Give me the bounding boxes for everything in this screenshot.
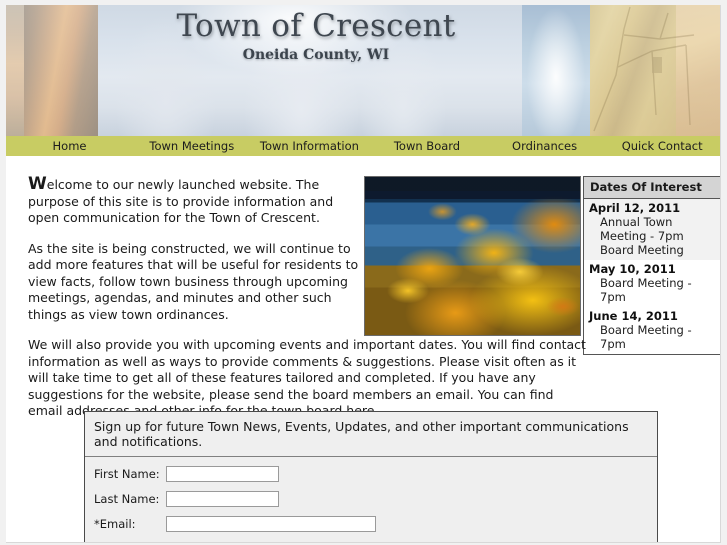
banner-panel-autumn-left-edge [6, 5, 24, 136]
site-banner: Town of Crescent Oneida County, WI [6, 5, 720, 136]
date-entry-detail: Board Meeting - 7pm [600, 323, 692, 351]
first-name-label: First Name: [94, 467, 160, 481]
submit-button[interactable]: Submit [166, 542, 234, 543]
date-entry-date: May 10, 2011 [589, 262, 676, 276]
last-name-row: Last Name: [94, 491, 649, 507]
dates-of-interest-heading: Dates Of Interest [584, 177, 720, 199]
welcome-paragraph-1-text: elcome to our newly launched website. Th… [28, 177, 334, 225]
welcome-paragraph-2: As the site is being constructed, we wil… [28, 240, 359, 322]
newsletter-signup-form[interactable]: Sign up for future Town News, Events, Up… [84, 411, 658, 543]
last-name-input[interactable] [166, 491, 279, 507]
welcome-dropcap: W [28, 174, 47, 194]
date-entry: April 12, 2011 Annual Town Meeting - 7pm… [584, 199, 720, 260]
date-entry-detail: Board Meeting [600, 243, 684, 257]
main-navigation[interactable]: Home Town Meetings Town Information Town… [6, 136, 720, 156]
first-name-input[interactable] [166, 466, 279, 482]
welcome-paragraph-3: We will also provide you with upcoming e… [28, 337, 586, 418]
date-entry: May 10, 2011 Board Meeting - 7pm [584, 260, 720, 307]
signup-fields: First Name: Last Name: *Email: Submit [85, 457, 657, 543]
nav-item-quick-contact[interactable]: Quick Contact [603, 136, 720, 156]
banner-panel-winter-tree [522, 5, 590, 136]
lake-autumn-photo [364, 176, 581, 336]
date-entry-detail: Annual Town Meeting - 7pm [600, 215, 684, 243]
email-label: *Email: [94, 517, 136, 531]
dates-of-interest-panel: Dates Of Interest April 12, 2011 Annual … [583, 176, 720, 355]
date-entry: June 14, 2011 Board Meeting - 7pm [584, 307, 720, 354]
nav-item-town-meetings[interactable]: Town Meetings [133, 136, 251, 156]
banner-panel-winter [98, 5, 522, 136]
photo-foliage-overlay [365, 177, 580, 335]
welcome-text-block: Welcome to our newly launched website. T… [28, 176, 586, 434]
signup-heading: Sign up for future Town News, Events, Up… [85, 412, 657, 457]
submit-row: Submit [94, 541, 649, 543]
page-container: Town of Crescent Oneida County, WI Home … [6, 5, 721, 543]
last-name-label: Last Name: [94, 492, 160, 506]
date-entry-date: June 14, 2011 [589, 309, 678, 323]
nav-item-town-board[interactable]: Town Board [368, 136, 486, 156]
banner-branch-texture-icon [593, 6, 695, 132]
first-name-row: First Name: [94, 466, 649, 482]
email-row: *Email: [94, 516, 649, 532]
email-input[interactable] [166, 516, 376, 532]
nav-item-home[interactable]: Home [6, 136, 133, 156]
date-entry-date: April 12, 2011 [589, 201, 681, 215]
banner-panel-autumn-left [24, 5, 98, 136]
welcome-paragraph-1: Welcome to our newly launched website. T… [28, 176, 360, 227]
date-entry-detail: Board Meeting - 7pm [600, 276, 692, 304]
nav-item-ordinances[interactable]: Ordinances [486, 136, 604, 156]
nav-item-town-information[interactable]: Town Information [251, 136, 369, 156]
